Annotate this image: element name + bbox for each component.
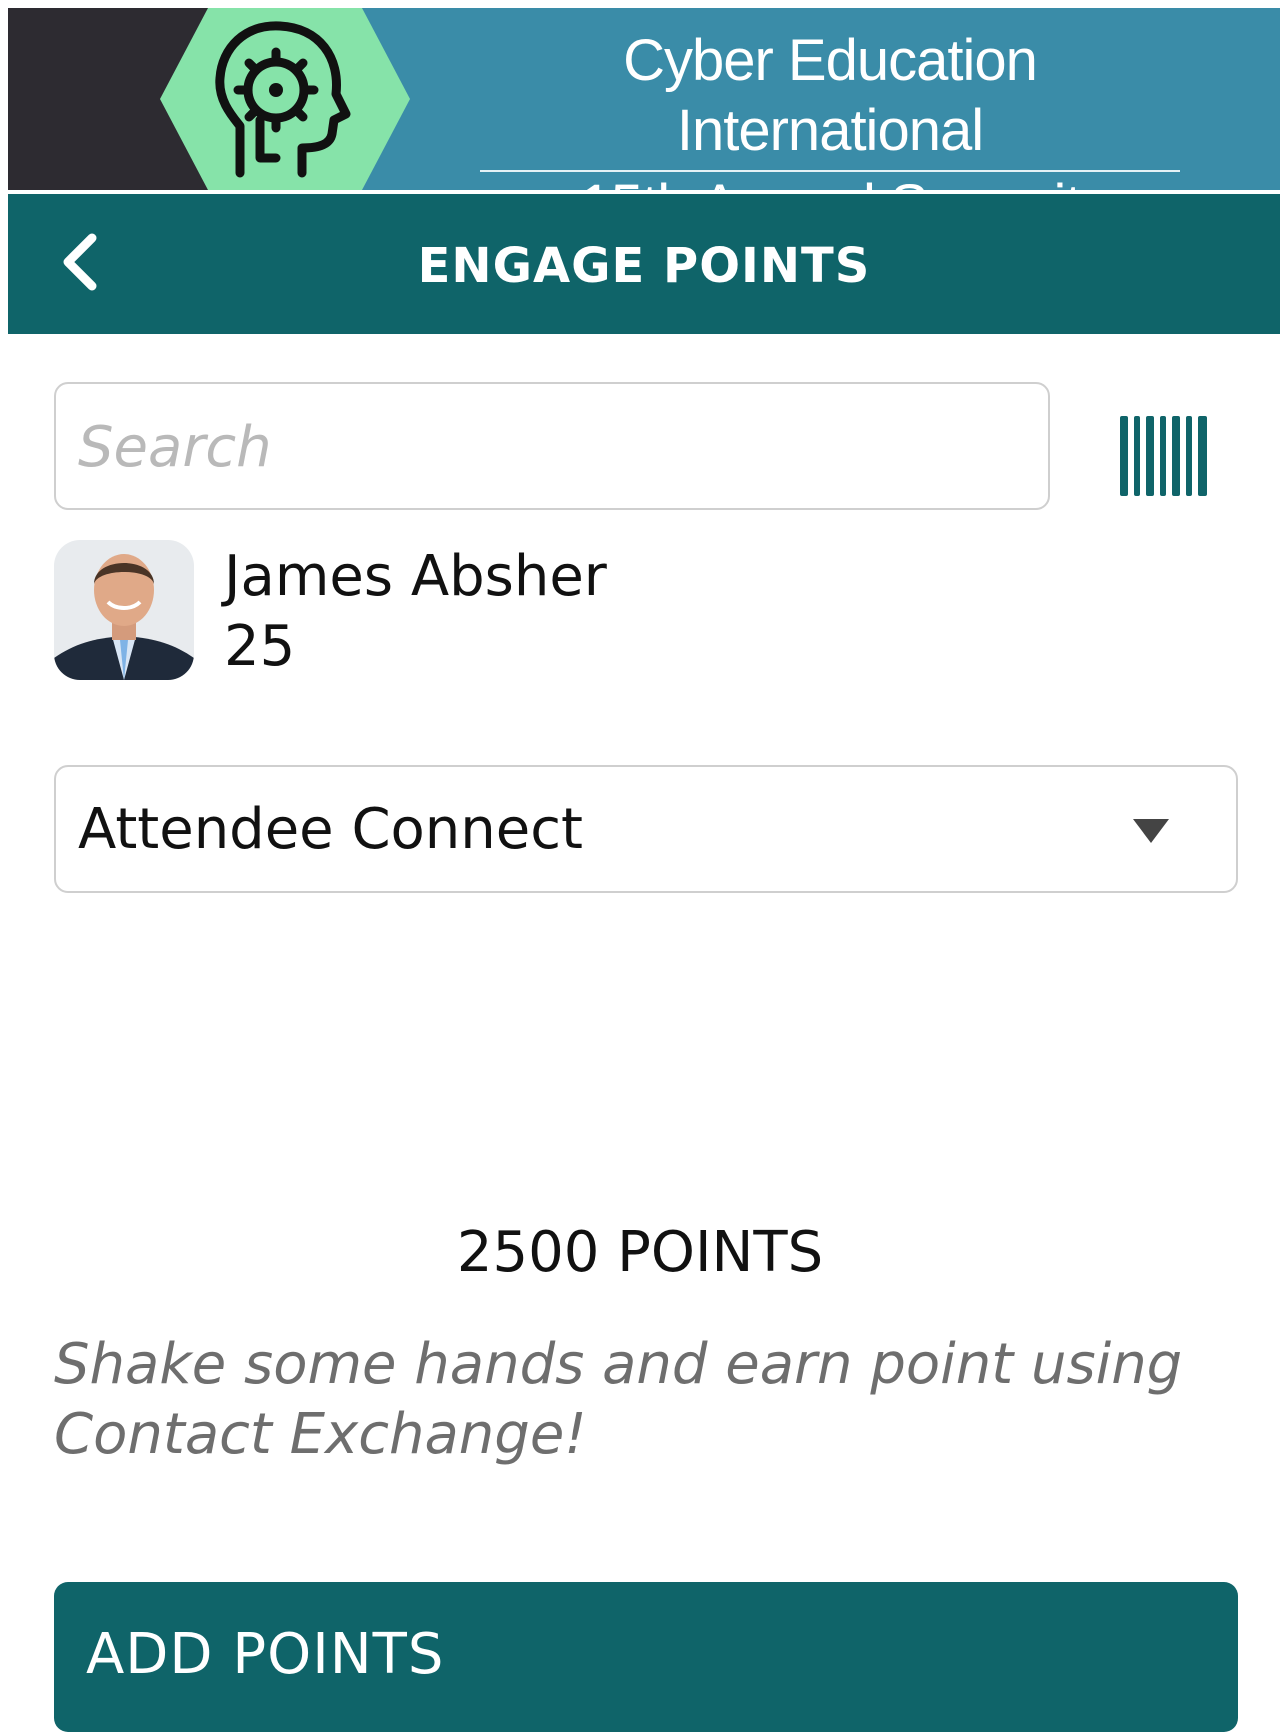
page-title: ENGAGE POINTS [417,238,871,294]
caret-down-icon [1133,819,1169,843]
banner-event-name: 15th Annual Summit [480,172,1180,190]
points-total: 2500 POINTS [456,1220,824,1285]
activity-select[interactable]: Attendee Connect [54,765,1238,893]
attendee-points: 25 [224,614,296,679]
activity-select-value: Attendee Connect [78,797,583,862]
attendee-name: James Absher [224,544,607,609]
search-input[interactable] [76,384,1030,510]
add-points-label: ADD POINTS [86,1622,445,1687]
banner-title: Cyber Education International 15th Annua… [480,26,1180,190]
search-box[interactable] [54,382,1050,510]
points-description: Shake some hands and earn point using Co… [54,1332,1183,1467]
event-banner: Cyber Education International 15th Annua… [8,8,1280,190]
head-gear-icon [160,8,410,190]
banner-org-name: Cyber Education International [480,26,1180,172]
scan-barcode-button[interactable] [1118,416,1210,496]
profile-photo [54,540,194,680]
add-points-button[interactable]: ADD POINTS [54,1582,1238,1732]
avatar [54,540,194,680]
page-header: ENGAGE POINTS [8,194,1280,334]
barcode-icon [1120,416,1207,496]
